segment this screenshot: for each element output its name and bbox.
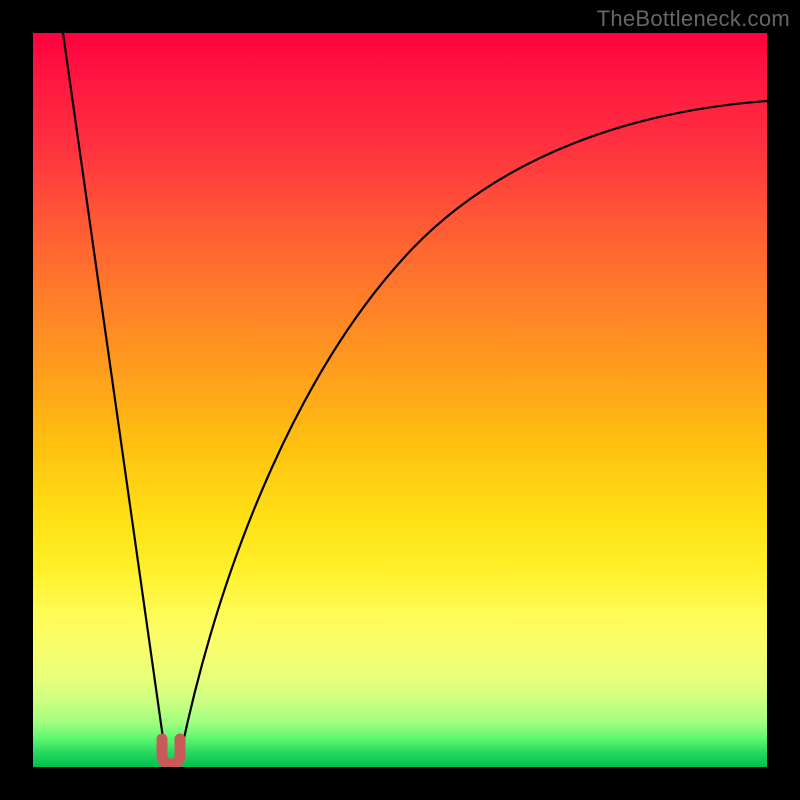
bottleneck-left-branch xyxy=(63,33,165,752)
bottleneck-right-branch xyxy=(181,101,767,752)
u-marker-icon xyxy=(162,739,180,764)
curve-layer xyxy=(33,33,767,767)
plot-area xyxy=(33,33,767,767)
chart-frame: TheBottleneck.com xyxy=(0,0,800,800)
watermark-text: TheBottleneck.com xyxy=(597,6,790,32)
